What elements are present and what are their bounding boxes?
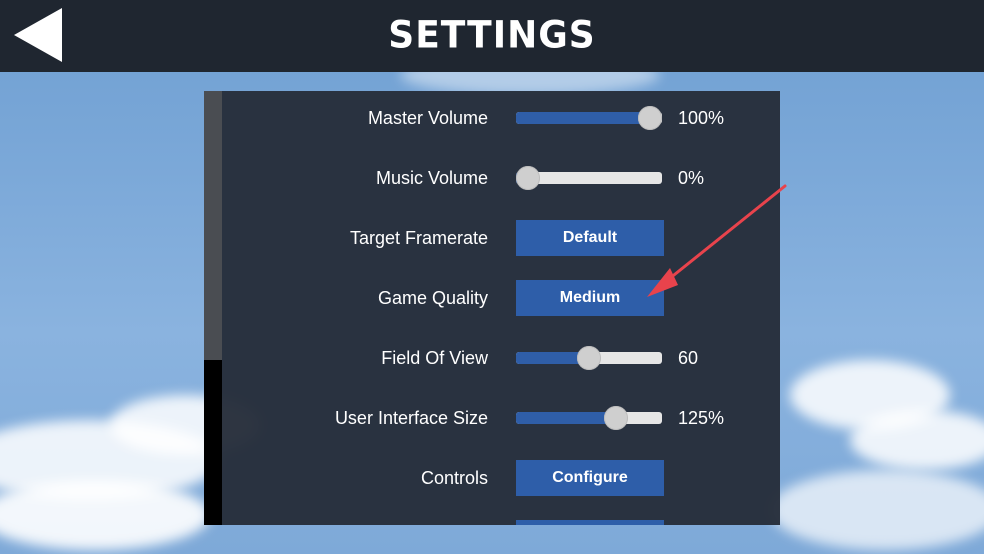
slider-handle[interactable]	[638, 106, 662, 130]
game-screen: SETTINGS Master Volume 100% Music Volume	[0, 0, 984, 554]
cloud	[850, 410, 984, 470]
top-bar: SETTINGS	[0, 0, 984, 72]
music-volume-value: 0%	[678, 168, 705, 188]
slider-handle[interactable]	[603, 406, 628, 430]
slider-handle[interactable]	[516, 166, 540, 190]
slider-handle[interactable]	[577, 346, 601, 370]
ui-size-value: 125%	[678, 408, 725, 428]
settings-panel: Master Volume 100% Music Volume 0% Targe…	[204, 91, 780, 525]
music-volume-label: Music Volume	[375, 168, 488, 188]
master-volume-label: Master Volume	[367, 108, 488, 128]
field-of-view-label: Field Of View	[381, 348, 488, 368]
game-quality-label: Game Quality	[377, 288, 488, 308]
target-framerate-label: Target Framerate	[349, 228, 488, 248]
scrollbar[interactable]	[204, 91, 222, 525]
master-volume-slider[interactable]	[516, 106, 662, 130]
field-of-view-value: 60	[678, 348, 699, 368]
next-row-partial	[222, 518, 780, 525]
master-volume-row: Master Volume 100%	[222, 98, 780, 138]
controls-row: Controls Configure	[222, 458, 780, 498]
scrollbar-thumb[interactable]	[204, 91, 222, 361]
game-quality-row: Game Quality Medium	[222, 278, 780, 318]
ui-size-label: User Interface Size	[334, 408, 488, 428]
target-framerate-button[interactable]: Default	[516, 220, 664, 256]
slider-fill	[516, 412, 616, 424]
ui-size-slider[interactable]	[516, 406, 662, 430]
game-quality-button[interactable]: Medium	[516, 280, 664, 316]
ui-size-row: User Interface Size 125%	[222, 398, 780, 438]
next-row-button[interactable]	[516, 520, 664, 525]
cloud	[770, 470, 984, 550]
back-button[interactable]	[12, 6, 64, 64]
music-volume-slider[interactable]	[516, 166, 662, 190]
cloud	[0, 480, 210, 550]
target-framerate-row: Target Framerate Default	[222, 218, 780, 258]
master-volume-value: 100%	[678, 108, 725, 128]
field-of-view-slider[interactable]	[516, 346, 662, 370]
field-of-view-row: Field Of View 60	[222, 338, 780, 378]
controls-label: Controls	[420, 468, 488, 488]
music-volume-row: Music Volume 0%	[222, 158, 780, 198]
slider-fill	[516, 112, 650, 124]
controls-configure-button[interactable]: Configure	[516, 460, 664, 496]
back-arrow-icon	[14, 8, 62, 62]
page-title: SETTINGS	[388, 13, 596, 57]
